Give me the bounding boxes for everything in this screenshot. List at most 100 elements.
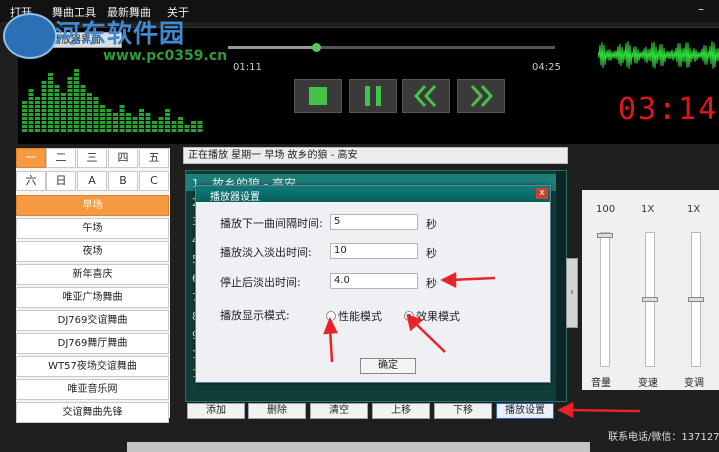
rewind-icon: [413, 84, 437, 108]
stop-button[interactable]: [294, 79, 342, 113]
day-tab-c[interactable]: C: [139, 171, 169, 191]
performance-mode-radio[interactable]: [326, 311, 336, 321]
day-tab-b[interactable]: B: [108, 171, 138, 191]
section-night[interactable]: 夜场: [16, 241, 169, 262]
section-weiya-music[interactable]: 唯亚音乐网: [16, 379, 169, 400]
eq-bar-segment: [165, 113, 170, 116]
eq-bar-segment: [28, 105, 34, 108]
eq-bar-segment: [119, 113, 125, 116]
eq-bar-segment: [54, 105, 60, 108]
section-morning[interactable]: 早场: [16, 195, 169, 216]
delete-button[interactable]: 删除: [248, 403, 306, 419]
eq-bar-segment: [178, 117, 183, 120]
day-tab-tue[interactable]: 二: [46, 148, 76, 168]
eq-bar-segment: [48, 81, 53, 84]
eq-bar-segment: [80, 109, 86, 112]
eq-bar-segment: [54, 97, 60, 100]
eq-bar-segment: [35, 113, 40, 116]
eq-bar-segment: [87, 97, 92, 100]
speed-slider[interactable]: [642, 232, 658, 367]
eq-bar-segment: [165, 117, 170, 120]
eq-bar-segment: [80, 117, 86, 120]
eq-bar-segment: [67, 97, 73, 100]
close-icon[interactable]: x: [536, 188, 548, 199]
eq-bar-segment: [119, 121, 125, 124]
eq-bar-segment: [61, 113, 66, 116]
previous-button[interactable]: [402, 79, 450, 113]
eq-bar-segment: [100, 121, 105, 124]
eq-bar-segment: [80, 121, 86, 124]
digital-clock: 03:14: [618, 92, 719, 127]
stop-fadeout-input[interactable]: 4.0: [330, 273, 418, 289]
ok-button[interactable]: 确定: [360, 358, 416, 374]
section-wt57-night[interactable]: WT57夜场交谊舞曲: [16, 356, 169, 377]
next-button[interactable]: [457, 79, 505, 113]
watermark-title: 河东软件园: [55, 19, 186, 48]
expand-chevron-icon[interactable]: ›: [566, 258, 578, 328]
playlist-scrollbar[interactable]: [556, 171, 566, 401]
section-pioneer[interactable]: 交谊舞曲先锋: [16, 402, 169, 423]
add-button[interactable]: 添加: [187, 403, 245, 419]
eq-bar-segment: [113, 125, 118, 128]
eq-bar-segment: [54, 89, 60, 92]
watermark-url: www.pc0359.cn: [103, 48, 228, 64]
pitch-slider[interactable]: [688, 232, 704, 367]
eq-bar-segment: [93, 97, 99, 100]
eq-bar-segment: [87, 121, 92, 124]
minimize-icon[interactable]: –: [693, 1, 709, 17]
pitch-knob[interactable]: [688, 297, 704, 302]
unit-seconds: 秒: [426, 277, 437, 290]
eq-bar-segment: [80, 89, 86, 92]
eq-bar-segment: [67, 121, 73, 124]
contact-status: 联系电话/微信：13712757: [608, 432, 719, 443]
watermark-logo: [3, 13, 57, 59]
eq-bar-segment: [100, 129, 105, 132]
eq-bar-segment: [74, 73, 79, 76]
eq-bar-segment: [48, 129, 53, 132]
section-noon[interactable]: 午场: [16, 218, 169, 239]
section-dj769-hall[interactable]: DJ769舞厅舞曲: [16, 333, 169, 354]
eq-bar-segment: [48, 105, 53, 108]
progress-bar[interactable]: [228, 43, 555, 52]
eq-bar-segment: [80, 125, 86, 128]
section-dj769-ballroom[interactable]: DJ769交谊舞曲: [16, 310, 169, 331]
volume-knob[interactable]: [597, 233, 613, 238]
eq-bar-segment: [61, 109, 66, 112]
effect-mode-radio[interactable]: [404, 311, 414, 321]
volume-slider[interactable]: [597, 232, 613, 367]
eq-bar-segment: [152, 125, 157, 128]
pause-button[interactable]: [349, 79, 397, 113]
day-tab-thu[interactable]: 四: [108, 148, 138, 168]
eq-bar-segment: [145, 113, 151, 116]
eq-bar-segment: [106, 129, 112, 132]
move-down-button[interactable]: 下移: [434, 403, 492, 419]
eq-bar-segment: [145, 125, 151, 128]
eq-bar-segment: [113, 121, 118, 124]
eq-bar-segment: [106, 117, 112, 120]
day-tab-a[interactable]: A: [77, 171, 107, 191]
performance-mode-label[interactable]: 性能模式: [338, 308, 382, 324]
eq-bar-segment: [74, 125, 79, 128]
eq-bar-segment: [48, 109, 53, 112]
section-new-year[interactable]: 新年喜庆: [16, 264, 169, 285]
day-tab-wed[interactable]: 三: [77, 148, 107, 168]
move-up-button[interactable]: 上移: [372, 403, 430, 419]
next-interval-input[interactable]: 5: [330, 214, 418, 230]
day-tab-fri[interactable]: 五: [139, 148, 169, 168]
section-square-dance[interactable]: 唯亚广场舞曲: [16, 287, 169, 308]
play-settings-button[interactable]: 播放设置: [496, 403, 554, 419]
eq-bar-segment: [54, 113, 60, 116]
eq-bar-segment: [184, 125, 190, 128]
fade-inout-input[interactable]: 10: [330, 243, 418, 259]
clear-button[interactable]: 清空: [310, 403, 368, 419]
day-tab-sat[interactable]: 六: [16, 171, 46, 191]
eq-bar-segment: [74, 69, 79, 72]
eq-bar-segment: [191, 125, 196, 128]
day-tab-sun[interactable]: 日: [46, 171, 76, 191]
eq-bar-segment: [22, 117, 27, 120]
speed-knob[interactable]: [642, 297, 658, 302]
day-tab-mon[interactable]: 一: [16, 148, 46, 168]
eq-bar-segment: [87, 105, 92, 108]
eq-bar-segment: [165, 121, 170, 124]
effect-mode-label[interactable]: 效果模式: [416, 308, 460, 324]
